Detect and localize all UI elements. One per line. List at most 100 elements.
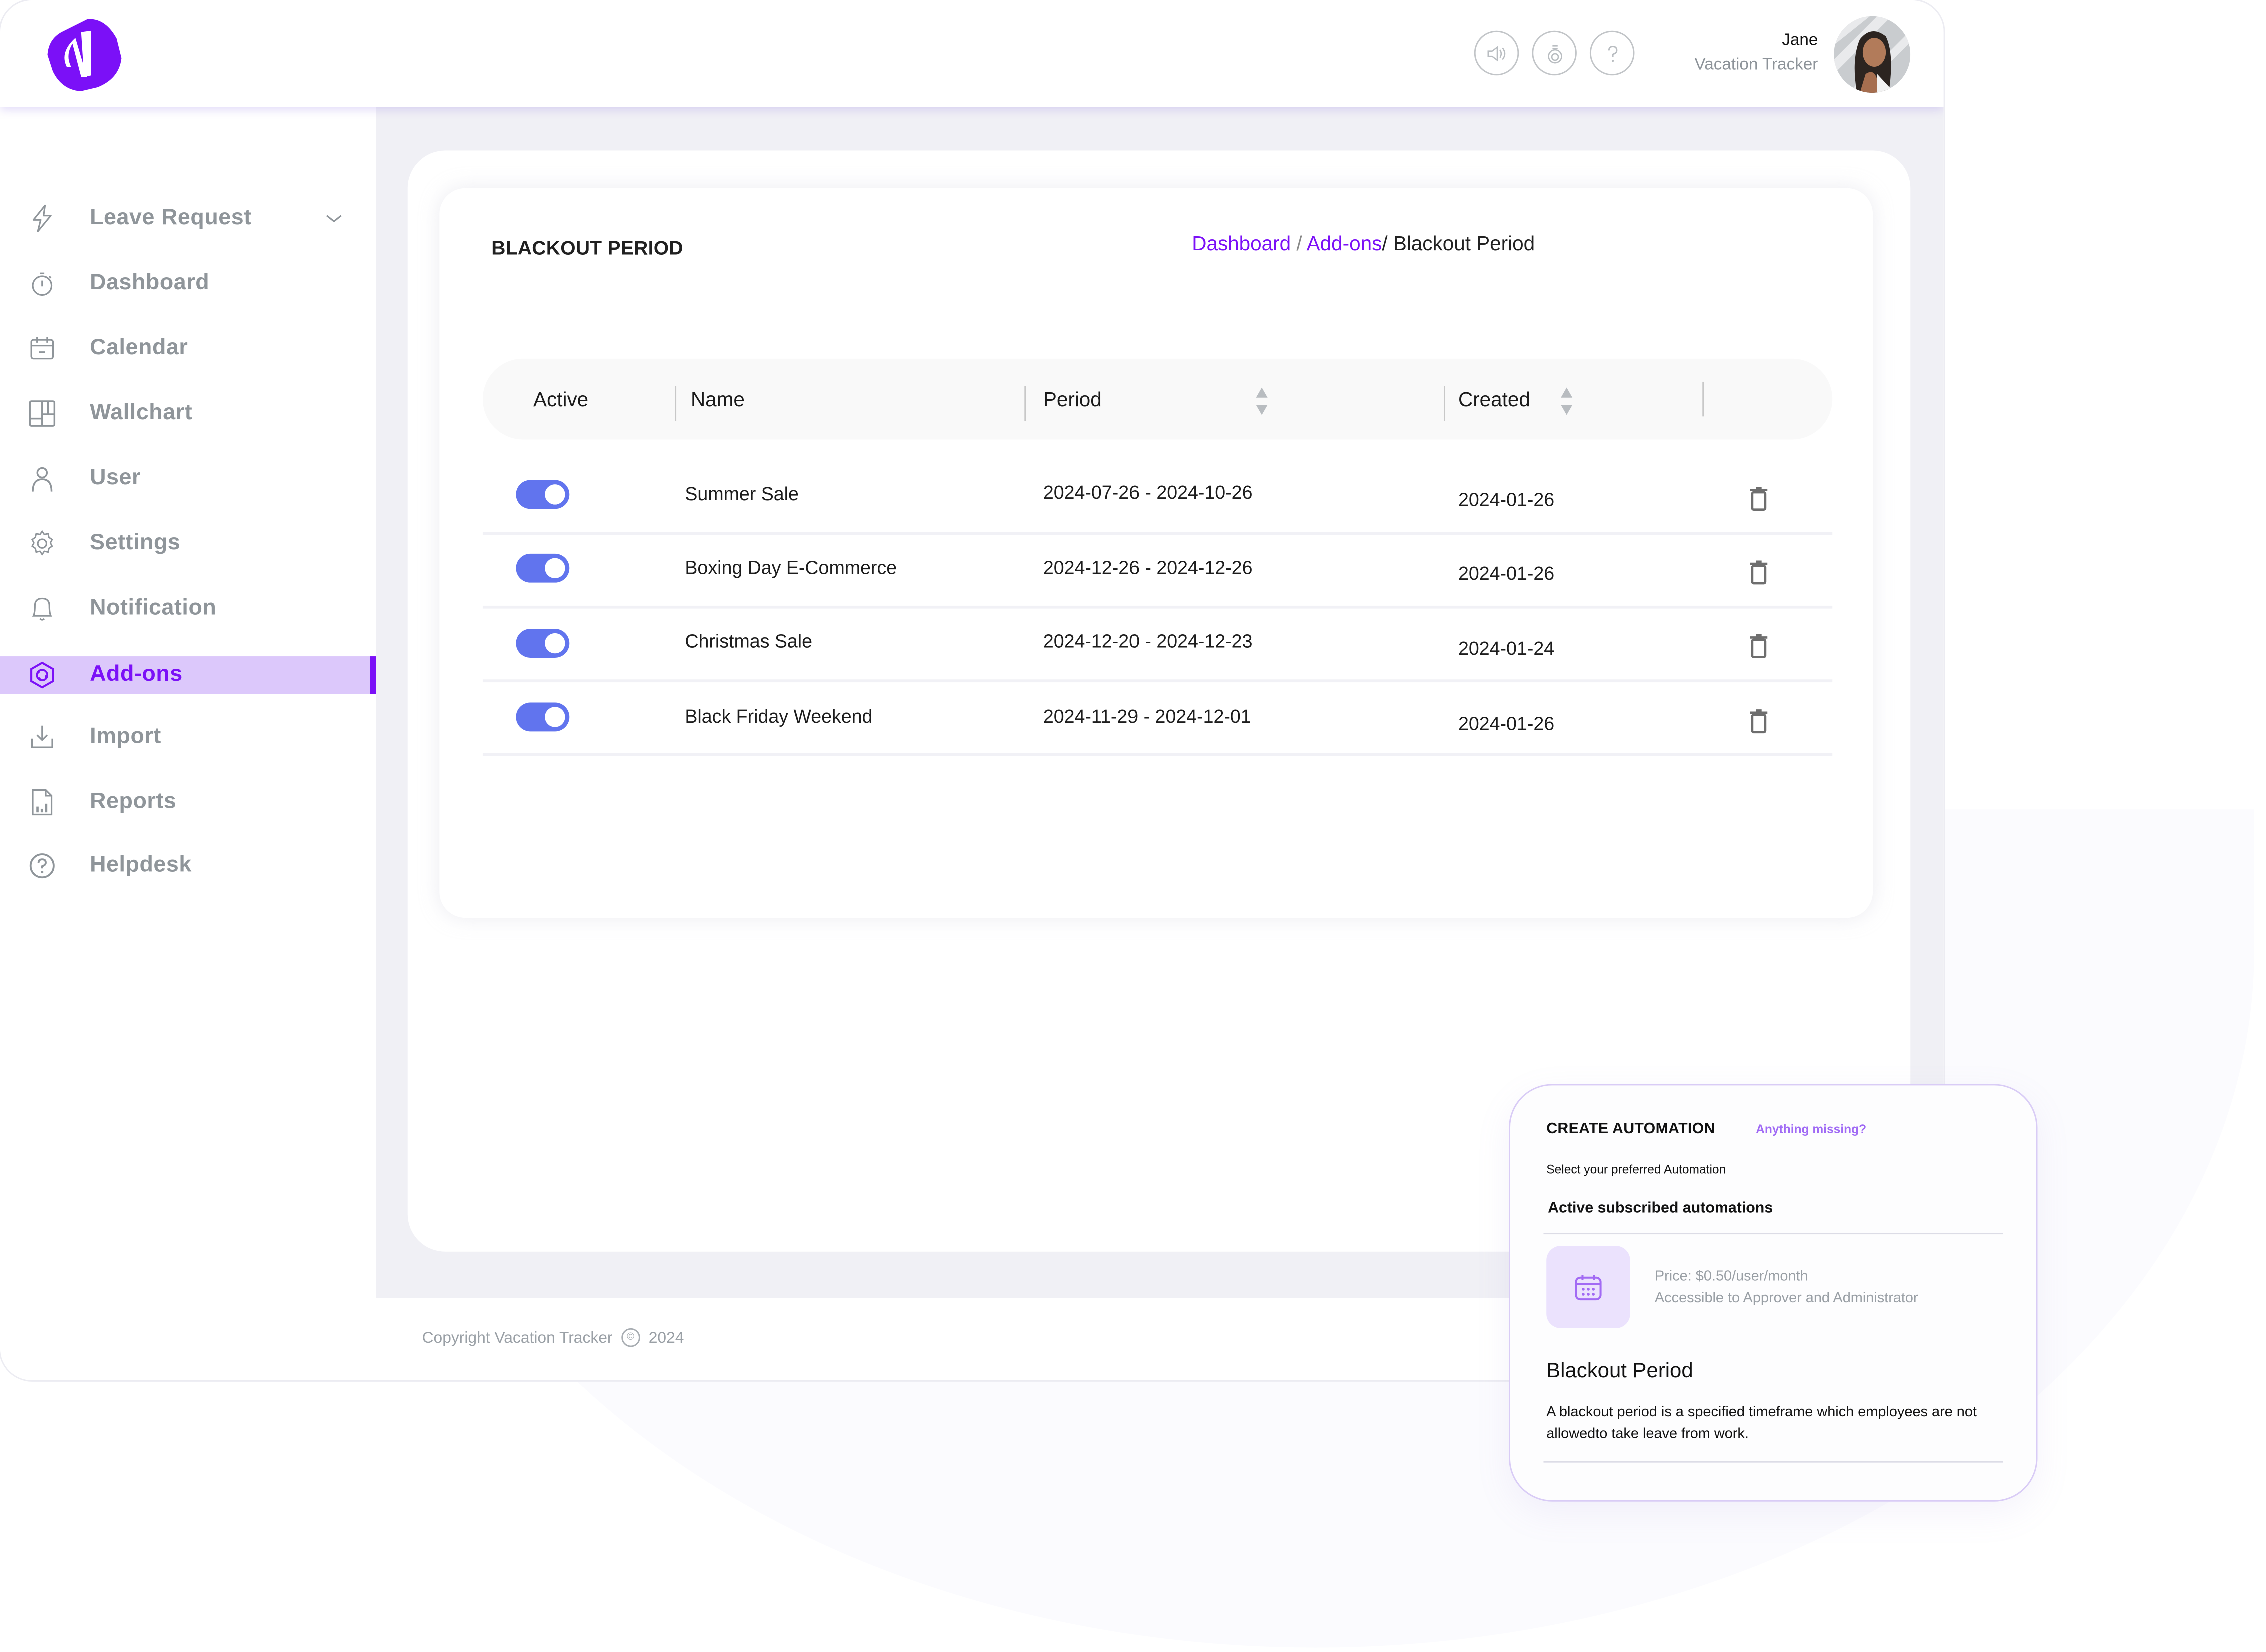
column-divider (1024, 386, 1026, 421)
sidebar-item-label: Import (90, 724, 161, 749)
sidebar-item-import[interactable]: Import (0, 718, 376, 756)
avatar[interactable] (1834, 16, 1911, 93)
gear-icon (26, 528, 58, 560)
sidebar-item-label: Notification (90, 595, 217, 620)
sidebar-item-label: Calendar (90, 335, 188, 360)
column-divider (1444, 386, 1445, 421)
sidebar-item-wallchart[interactable]: Wallchart (0, 395, 376, 432)
automation-card-title: CREATE AUTOMATION (1546, 1120, 1715, 1138)
active-indicator (370, 656, 376, 694)
sidebar-item-label: Add-ons (90, 662, 183, 687)
sidebar-item-helpdesk[interactable]: Helpdesk (0, 847, 376, 885)
row-name: Black Friday Weekend (685, 705, 873, 727)
table-row: Black Friday Weekend 2024-11-29 - 2024-1… (482, 679, 1833, 756)
gift-icon[interactable] (1532, 30, 1577, 76)
divider (1543, 1233, 2003, 1235)
sidebar-item-reports[interactable]: Reports (0, 783, 376, 821)
page-title: BLACKOUT PERIOD (491, 237, 683, 259)
row-created: 2024-01-26 (1458, 712, 1555, 735)
column-header-period[interactable]: Period (1043, 359, 1102, 440)
create-automation-card: CREATE AUTOMATION Anything missing? Sele… (1509, 1084, 2038, 1502)
active-toggle[interactable] (516, 480, 570, 509)
sidebar-item-add-ons[interactable]: Add-ons (0, 656, 376, 694)
sidebar-item-user[interactable]: User (0, 460, 376, 497)
user-icon (26, 463, 58, 495)
breadcrumb-separator: / (1382, 231, 1388, 255)
sidebar-item-label: User (90, 465, 141, 490)
copyright-icon: © (621, 1328, 640, 1347)
automation-price: Price: $0.50/user/month (1654, 1269, 1808, 1285)
sidebar-item-notification[interactable]: Notification (0, 590, 376, 627)
chevron-down-icon[interactable] (324, 208, 344, 228)
stage: Jane Vacation Tracker Leave Request Dash… (0, 0, 2266, 1652)
toggle-knob (545, 484, 565, 505)
sort-period-icon[interactable] (1255, 387, 1269, 415)
calendar-icon (26, 333, 58, 365)
breadcrumb-dashboard[interactable]: Dashboard (1192, 231, 1291, 254)
wallchart-icon (26, 398, 58, 430)
stopwatch-icon (26, 268, 58, 300)
sidebar-item-settings[interactable]: Settings (0, 525, 376, 562)
row-name: Boxing Day E-Commerce (685, 556, 897, 578)
toggle-knob (545, 633, 565, 654)
bell-icon (26, 593, 58, 625)
vacation-tracker-logo[interactable] (44, 18, 125, 93)
sidebar-item-label: Dashboard (90, 270, 210, 295)
footer-copyright: Copyright Vacation Tracker © 2024 (422, 1328, 684, 1347)
sidebar-item-dashboard[interactable]: Dashboard (0, 265, 376, 302)
calendar-icon (1575, 1274, 1602, 1300)
announcement-icon[interactable] (1474, 30, 1519, 76)
report-icon (26, 786, 58, 818)
user-name[interactable]: Jane (1782, 32, 1818, 50)
table-header: Active Name Period Created (482, 358, 1833, 440)
toggle-knob (545, 558, 565, 578)
anything-missing-link[interactable]: Anything missing? (1756, 1122, 1866, 1136)
sidebar-item-label: Wallchart (90, 400, 193, 425)
row-name: Summer Sale (685, 483, 799, 505)
table-row: Boxing Day E-Commerce 2024-12-26 - 2024-… (482, 532, 1833, 609)
row-created: 2024-01-26 (1458, 488, 1555, 511)
row-period: 2024-11-29 - 2024-12-01 (1043, 705, 1251, 727)
breadcrumb-current: Blackout Period (1393, 231, 1535, 255)
breadcrumb-add-ons[interactable]: Add-ons (1307, 231, 1382, 254)
automation-icon-tile[interactable] (1546, 1246, 1630, 1328)
footer-text: Copyright Vacation Tracker (422, 1329, 613, 1347)
top-bar: Jane Vacation Tracker (0, 0, 1944, 107)
automation-access: Accessible to Approver and Administrator (1654, 1290, 1918, 1307)
sidebar-item-label: Helpdesk (90, 853, 192, 878)
row-period: 2024-12-26 - 2024-12-26 (1043, 556, 1253, 578)
row-period: 2024-07-26 - 2024-10-26 (1043, 481, 1253, 503)
automation-description: A blackout period is a specified timefra… (1546, 1405, 1977, 1443)
active-toggle[interactable] (516, 629, 570, 658)
toggle-knob (545, 707, 565, 727)
row-name: Christmas Sale (685, 630, 813, 652)
column-header-name: Name (690, 387, 745, 411)
user-organization: Vacation Tracker (1694, 56, 1818, 74)
help-icon[interactable] (1589, 30, 1635, 76)
footer-year: 2024 (648, 1329, 684, 1347)
column-divider (1702, 381, 1704, 417)
sidebar-item-label: Reports (90, 789, 177, 814)
automation-section-heading: Active subscribed automations (1548, 1199, 1773, 1217)
sort-created-icon[interactable] (1559, 387, 1574, 415)
sidebar-item-leave-request[interactable]: Leave Request (0, 200, 376, 237)
breadcrumb-separator: / (1296, 231, 1302, 255)
divider (1543, 1461, 2003, 1463)
delete-trash-icon[interactable] (1749, 486, 1769, 512)
delete-trash-icon[interactable] (1749, 708, 1769, 734)
addons-hexagon-icon (26, 659, 58, 691)
row-created: 2024-01-24 (1458, 637, 1555, 659)
automation-card-subtitle: Select your preferred Automation (1546, 1162, 1726, 1177)
column-header-created[interactable]: Created (1458, 359, 1530, 440)
active-toggle[interactable] (516, 702, 570, 732)
table-row: Christmas Sale 2024-12-20 - 2024-12-23 2… (482, 606, 1833, 683)
automation-name[interactable]: Blackout Period (1546, 1360, 1693, 1383)
sidebar-item-calendar[interactable]: Calendar (0, 330, 376, 367)
delete-trash-icon[interactable] (1749, 633, 1769, 659)
active-toggle[interactable] (516, 553, 570, 583)
column-divider (675, 386, 677, 421)
import-icon (26, 721, 58, 753)
delete-trash-icon[interactable] (1749, 559, 1769, 585)
breadcrumb: Dashboard / Add-ons/ Blackout Period (1192, 231, 1535, 254)
row-period: 2024-12-20 - 2024-12-23 (1043, 630, 1253, 652)
